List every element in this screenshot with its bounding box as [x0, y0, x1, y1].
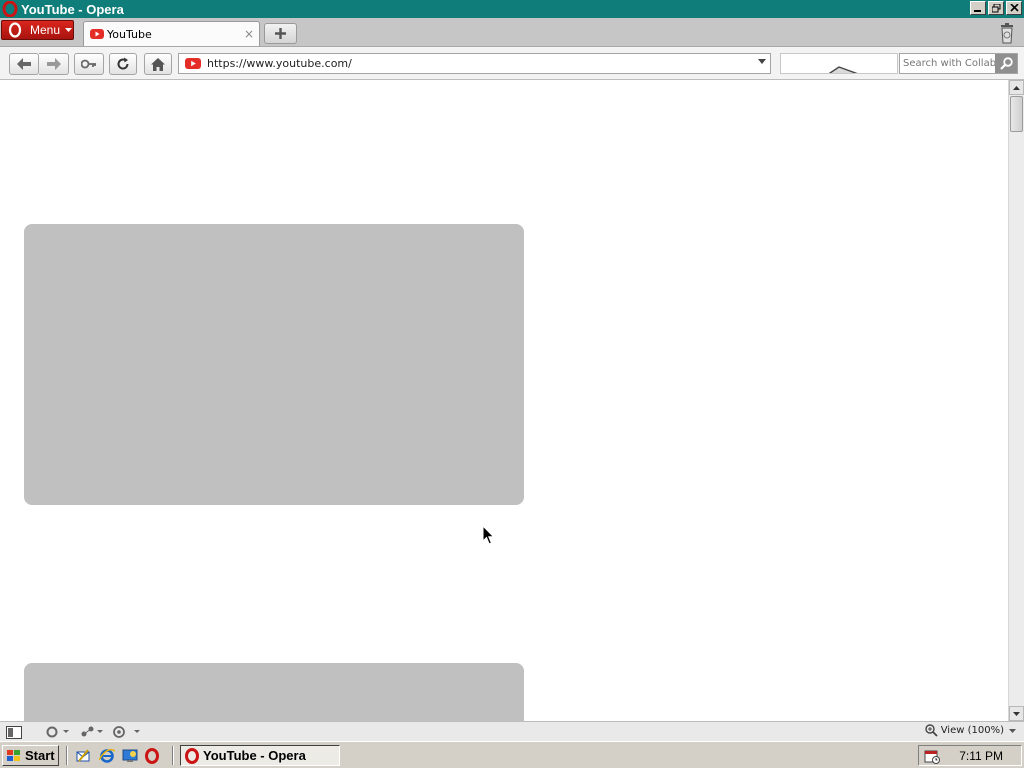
mouse-cursor-icon [482, 525, 495, 545]
windows-logo-icon [7, 749, 20, 761]
outlook-express-icon [76, 749, 90, 762]
menu-label: Menu [30, 23, 61, 37]
chevron-down-icon [1013, 711, 1020, 716]
security-button[interactable] [74, 53, 104, 75]
forward-icon [46, 58, 61, 70]
chevron-down-icon[interactable] [758, 59, 766, 64]
opera-menu-button[interactable]: Menu [1, 20, 74, 40]
tab-strip: Menu YouTube × [0, 18, 1024, 47]
close-icon [1009, 4, 1019, 12]
home-button[interactable] [144, 53, 172, 75]
status-bar: View (100%) [0, 721, 1024, 741]
window-title: YouTube - Opera [21, 1, 124, 17]
tab-title: YouTube [107, 27, 152, 41]
quicklaunch-ie[interactable] [98, 747, 116, 765]
toolbar-separator [66, 746, 68, 765]
panel-toggle-button[interactable] [6, 724, 22, 740]
video-placeholder[interactable] [24, 663, 524, 721]
forward-button[interactable] [39, 53, 69, 75]
page-content[interactable] [0, 80, 1008, 721]
youtube-favicon-icon [185, 58, 201, 69]
start-button[interactable]: Start [2, 745, 59, 766]
scroll-thumb[interactable] [1010, 96, 1023, 132]
opera-logo-icon [185, 747, 199, 764]
minimize-button[interactable] [970, 1, 986, 15]
opera-logo-icon [145, 748, 159, 764]
taskbar-item-label: YouTube - Opera [203, 748, 306, 763]
show-desktop-icon [122, 749, 138, 762]
system-tray: 7:11 PM [918, 745, 1022, 766]
turbo-button[interactable] [113, 724, 141, 740]
scheduled-task-icon[interactable] [924, 748, 940, 764]
start-label: Start [25, 748, 55, 763]
plus-icon [275, 28, 286, 39]
search-box[interactable] [899, 53, 1018, 74]
reload-icon [117, 57, 129, 70]
toolbar-field[interactable] [780, 53, 898, 74]
new-tab-button[interactable] [264, 23, 297, 44]
vertical-scrollbar[interactable] [1008, 80, 1024, 721]
close-button[interactable] [1006, 1, 1022, 15]
search-button[interactable] [995, 54, 1017, 73]
magnifier-icon [924, 724, 938, 737]
taskbar-item-opera[interactable]: YouTube - Opera [180, 745, 340, 766]
tab-youtube[interactable]: YouTube × [83, 21, 260, 46]
scroll-down-button[interactable] [1009, 706, 1024, 721]
navigation-toolbar: https://www.youtube.com/ [0, 47, 1024, 80]
taskbar: Start YouTube - Opera 7:11 PM [0, 741, 1024, 768]
window-titlebar[interactable]: YouTube - Opera [0, 0, 1024, 18]
turbo-icon [113, 726, 140, 738]
zoom-label: View (100%) [940, 725, 1004, 736]
search-icon [999, 57, 1013, 70]
zoom-control[interactable]: View (100%) [924, 724, 1016, 737]
youtube-favicon-icon [90, 29, 104, 39]
back-icon [17, 58, 31, 70]
key-icon [81, 59, 96, 69]
search-input[interactable] [903, 58, 999, 69]
clock: 7:11 PM [959, 748, 1003, 763]
restore-button[interactable] [988, 1, 1004, 15]
sync-icon [46, 726, 69, 738]
scroll-up-button[interactable] [1009, 80, 1024, 95]
home-icon [151, 57, 165, 71]
address-url: https://www.youtube.com/ [207, 57, 352, 70]
tab-close-icon[interactable]: × [244, 27, 254, 41]
back-button[interactable] [9, 53, 39, 75]
reload-button[interactable] [109, 53, 137, 75]
trash-icon[interactable] [998, 22, 1016, 44]
chevron-down-icon [65, 28, 73, 32]
quicklaunch-outlook[interactable] [74, 747, 92, 765]
opera-logo-icon [2, 1, 18, 17]
network-icon [81, 726, 103, 737]
partial-graphic-icon [828, 66, 858, 73]
internet-explorer-icon [99, 748, 115, 763]
minimize-icon [974, 10, 981, 12]
restore-icon [991, 3, 1000, 12]
sync-button[interactable] [44, 724, 70, 740]
opera-logo-icon [8, 22, 22, 38]
chevron-up-icon [1013, 85, 1020, 90]
panel-icon [6, 725, 22, 739]
video-placeholder[interactable] [24, 224, 524, 505]
toolbar-separator [172, 746, 174, 765]
quicklaunch-opera[interactable] [143, 747, 161, 765]
address-bar[interactable]: https://www.youtube.com/ [178, 53, 771, 74]
chevron-down-icon [1009, 728, 1016, 733]
unite-button[interactable] [80, 724, 106, 740]
quicklaunch-desktop[interactable] [121, 747, 139, 765]
